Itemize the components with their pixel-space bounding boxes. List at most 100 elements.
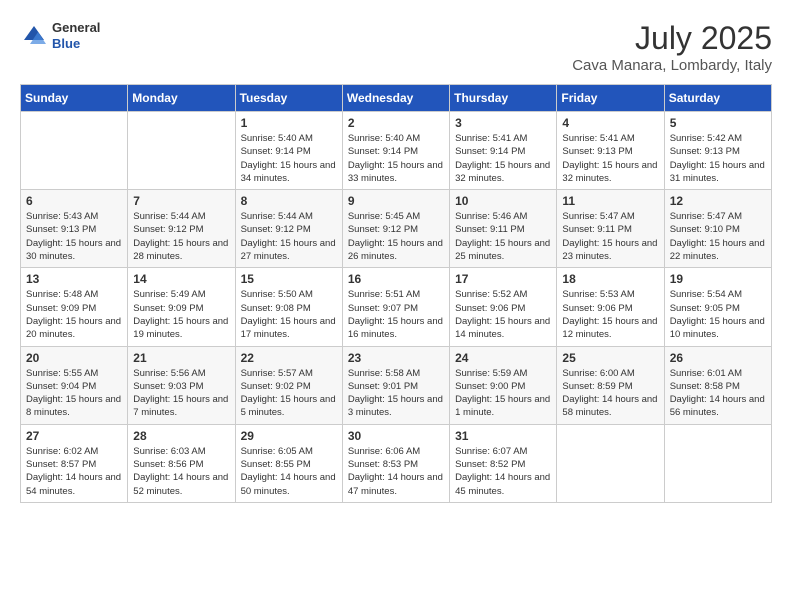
day-number: 3 [455, 116, 551, 130]
calendar-day-cell: 24 Sunrise: 5:59 AMSunset: 9:00 PMDayligh… [450, 346, 557, 424]
day-number: 5 [670, 116, 766, 130]
calendar-week-row: 6 Sunrise: 5:43 AMSunset: 9:13 PMDaylight… [21, 190, 772, 268]
day-info: Sunrise: 5:47 AMSunset: 9:10 PMDaylight:… [670, 210, 766, 263]
day-info: Sunrise: 5:52 AMSunset: 9:06 PMDaylight:… [455, 288, 551, 341]
day-info: Sunrise: 5:51 AMSunset: 9:07 PMDaylight:… [348, 288, 444, 341]
calendar-day-cell: 22Sunrise: 5:57 AMSunset: 9:02 PMDayligh… [235, 346, 342, 424]
calendar-day-cell: 1Sunrise: 5:40 AMSunset: 9:14 PMDaylight… [235, 112, 342, 190]
logo-icon [20, 22, 48, 50]
day-info: Sunrise: 6:00 AMSunset: 8:59 PMDaylight:… [562, 367, 658, 420]
calendar-day-cell: 20 Sunrise: 5:55 AMSunset: 9:04 PMDayligh… [21, 346, 128, 424]
day-number: 14 [133, 272, 229, 286]
day-number: 2 [348, 116, 444, 130]
calendar-day-cell: 16 Sunrise: 5:51 AMSunset: 9:07 PMDayligh… [342, 268, 449, 346]
day-number: 30 [348, 429, 444, 443]
calendar-day-cell: 4 Sunrise: 5:41 AMSunset: 9:13 PMDaylight… [557, 112, 664, 190]
day-info: Sunrise: 6:06 AMSunset: 8:53 PMDaylight:… [348, 445, 444, 498]
calendar-week-row: 20 Sunrise: 5:55 AMSunset: 9:04 PMDayligh… [21, 346, 772, 424]
calendar-day-cell: 15Sunrise: 5:50 AMSunset: 9:08 PMDayligh… [235, 268, 342, 346]
calendar-day-cell [557, 424, 664, 502]
day-number: 19 [670, 272, 766, 286]
day-info: Sunrise: 5:42 AMSunset: 9:13 PMDaylight:… [670, 132, 766, 185]
calendar-day-cell [128, 112, 235, 190]
day-info: Sunrise: 5:55 AMSunset: 9:04 PMDaylight:… [26, 367, 122, 420]
day-info: Sunrise: 5:58 AMSunset: 9:01 PMDaylight:… [348, 367, 444, 420]
calendar-day-cell: 5 Sunrise: 5:42 AMSunset: 9:13 PMDaylight… [664, 112, 771, 190]
calendar-day-cell: 12 Sunrise: 5:47 AMSunset: 9:10 PMDayligh… [664, 190, 771, 268]
day-info: Sunrise: 5:41 AMSunset: 9:14 PMDaylight:… [455, 132, 551, 185]
month-year: July 2025 [572, 20, 772, 57]
day-number: 6 [26, 194, 122, 208]
day-number: 27 [26, 429, 122, 443]
day-info: Sunrise: 5:40 AMSunset: 9:14 PMDaylight:… [348, 132, 444, 185]
weekday-header: Thursday [450, 85, 557, 112]
day-number: 8 [241, 194, 337, 208]
day-number: 29 [241, 429, 337, 443]
calendar-day-cell: 2 Sunrise: 5:40 AMSunset: 9:14 PMDaylight… [342, 112, 449, 190]
day-info: Sunrise: 5:47 AMSunset: 9:11 PMDaylight:… [562, 210, 658, 263]
day-info: Sunrise: 6:02 AMSunset: 8:57 PMDaylight:… [26, 445, 122, 498]
weekday-header: Saturday [664, 85, 771, 112]
day-info: Sunrise: 5:59 AMSunset: 9:00 PMDaylight:… [455, 367, 551, 420]
calendar-day-cell: 26Sunrise: 6:01 AMSunset: 8:58 PMDayligh… [664, 346, 771, 424]
day-number: 25 [562, 351, 658, 365]
logo-text: General Blue [52, 20, 100, 51]
weekday-header: Wednesday [342, 85, 449, 112]
calendar-day-cell: 27 Sunrise: 6:02 AMSunset: 8:57 PMDayligh… [21, 424, 128, 502]
day-info: Sunrise: 6:03 AMSunset: 8:56 PMDaylight:… [133, 445, 229, 498]
weekday-header: Sunday [21, 85, 128, 112]
calendar-day-cell: 17 Sunrise: 5:52 AMSunset: 9:06 PMDayligh… [450, 268, 557, 346]
page-header: General Blue July 2025 Cava Manara, Lomb… [20, 20, 772, 74]
day-number: 15 [241, 272, 337, 286]
calendar-day-cell: 8 Sunrise: 5:44 AMSunset: 9:12 PMDaylight… [235, 190, 342, 268]
day-number: 28 [133, 429, 229, 443]
weekday-header-row: SundayMondayTuesdayWednesdayThursdayFrid… [21, 85, 772, 112]
day-info: Sunrise: 5:41 AMSunset: 9:13 PMDaylight:… [562, 132, 658, 185]
day-number: 17 [455, 272, 551, 286]
day-info: Sunrise: 5:56 AMSunset: 9:03 PMDaylight:… [133, 367, 229, 420]
day-number: 11 [562, 194, 658, 208]
weekday-header: Tuesday [235, 85, 342, 112]
day-number: 26 [670, 351, 766, 365]
day-info: Sunrise: 5:54 AMSunset: 9:05 PMDaylight:… [670, 288, 766, 341]
day-number: 4 [562, 116, 658, 130]
calendar-day-cell: 14 Sunrise: 5:49 AMSunset: 9:09 PMDayligh… [128, 268, 235, 346]
calendar-day-cell: 10 Sunrise: 5:46 AMSunset: 9:11 PMDayligh… [450, 190, 557, 268]
calendar-day-cell: 21 Sunrise: 5:56 AMSunset: 9:03 PMDayligh… [128, 346, 235, 424]
day-number: 1 [241, 116, 337, 130]
calendar-day-cell: 3 Sunrise: 5:41 AMSunset: 9:14 PMDaylight… [450, 112, 557, 190]
calendar-week-row: 13Sunrise: 5:48 AMSunset: 9:09 PMDayligh… [21, 268, 772, 346]
day-info: Sunrise: 5:46 AMSunset: 9:11 PMDaylight:… [455, 210, 551, 263]
calendar-day-cell: 7Sunrise: 5:44 AMSunset: 9:12 PMDaylight… [128, 190, 235, 268]
day-info: Sunrise: 5:43 AMSunset: 9:13 PMDaylight:… [26, 210, 122, 263]
calendar-day-cell: 9Sunrise: 5:45 AMSunset: 9:12 PMDaylight… [342, 190, 449, 268]
day-number: 13 [26, 272, 122, 286]
logo-general: General [52, 20, 100, 36]
title-block: July 2025 Cava Manara, Lombardy, Italy [572, 20, 772, 74]
calendar-day-cell [664, 424, 771, 502]
calendar-day-cell: 23Sunrise: 5:58 AMSunset: 9:01 PMDayligh… [342, 346, 449, 424]
day-number: 16 [348, 272, 444, 286]
calendar-week-row: 27 Sunrise: 6:02 AMSunset: 8:57 PMDayligh… [21, 424, 772, 502]
day-number: 10 [455, 194, 551, 208]
logo-blue: Blue [52, 36, 100, 52]
calendar-day-cell: 28 Sunrise: 6:03 AMSunset: 8:56 PMDayligh… [128, 424, 235, 502]
day-info: Sunrise: 6:05 AMSunset: 8:55 PMDaylight:… [241, 445, 337, 498]
logo: General Blue [20, 20, 100, 51]
day-info: Sunrise: 5:44 AMSunset: 9:12 PMDaylight:… [241, 210, 337, 263]
day-number: 21 [133, 351, 229, 365]
calendar-day-cell: 11 Sunrise: 5:47 AMSunset: 9:11 PMDayligh… [557, 190, 664, 268]
day-info: Sunrise: 5:44 AMSunset: 9:12 PMDaylight:… [133, 210, 229, 263]
day-number: 18 [562, 272, 658, 286]
day-number: 20 [26, 351, 122, 365]
day-number: 24 [455, 351, 551, 365]
calendar-day-cell [21, 112, 128, 190]
calendar-week-row: 1 Sunrise: 5:40 AMSunset: 9:14 PMDaylight… [21, 112, 772, 190]
weekday-header: Monday [128, 85, 235, 112]
calendar-day-cell: 31Sunrise: 6:07 AMSunset: 8:52 PMDayligh… [450, 424, 557, 502]
location: Cava Manara, Lombardy, Italy [572, 57, 772, 74]
day-number: 12 [670, 194, 766, 208]
calendar-table: SundayMondayTuesdayWednesdayThursdayFrid… [20, 84, 772, 503]
calendar-day-cell: 6 Sunrise: 5:43 AMSunset: 9:13 PMDaylight… [21, 190, 128, 268]
day-info: Sunrise: 5:49 AMSunset: 9:09 PMDaylight:… [133, 288, 229, 341]
